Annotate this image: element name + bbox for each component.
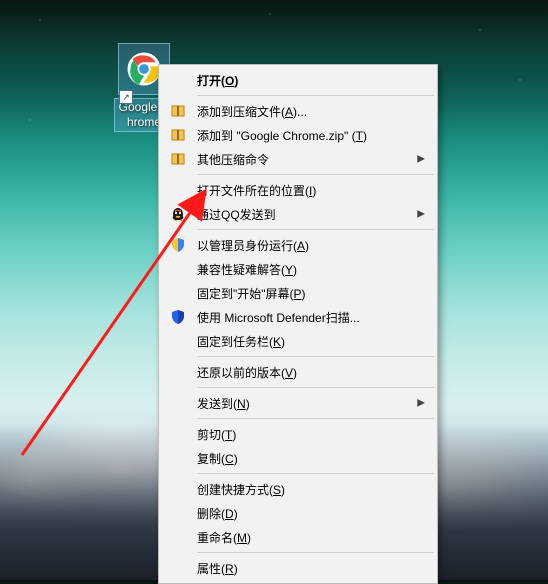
menu-label: 以管理员身份运行(A)	[197, 237, 309, 254]
archive-icon	[169, 102, 187, 120]
menu-item-create-shortcut[interactable]: 创建快捷方式(S)	[161, 477, 435, 501]
menu-separator	[197, 95, 434, 96]
menu-label: 剪切(T)	[197, 426, 236, 443]
menu-label: 创建快捷方式(S)	[197, 481, 285, 498]
menu-item-restore-previous[interactable]: 还原以前的版本(V)	[161, 360, 435, 384]
menu-label: 兼容性疑难解答(Y)	[197, 261, 297, 278]
menu-separator	[197, 229, 434, 230]
qq-icon	[169, 205, 187, 223]
menu-label: 添加到 "Google Chrome.zip" (T)	[197, 127, 367, 144]
submenu-arrow-icon: ▶	[417, 209, 425, 220]
menu-item-run-as-admin[interactable]: 以管理员身份运行(A)	[161, 233, 435, 257]
menu-item-rename[interactable]: 重命名(M)	[161, 525, 435, 549]
menu-item-open[interactable]: 打开(O)	[161, 68, 435, 92]
menu-item-qq-send[interactable]: 通过QQ发送到 ▶	[161, 202, 435, 226]
menu-item-pin-to-start[interactable]: 固定到"开始"屏幕(P)	[161, 281, 435, 305]
archive-icon	[169, 126, 187, 144]
menu-label: 添加到压缩文件(A)...	[197, 103, 307, 120]
menu-item-copy[interactable]: 复制(C)	[161, 446, 435, 470]
menu-item-cut[interactable]: 剪切(T)	[161, 422, 435, 446]
menu-separator	[197, 174, 434, 175]
menu-item-add-to-named-zip[interactable]: 添加到 "Google Chrome.zip" (T)	[161, 123, 435, 147]
menu-label: 打开文件所在的位置(I)	[197, 182, 316, 199]
menu-label: 属性(R)	[197, 560, 238, 577]
chrome-icon	[126, 51, 162, 87]
shield-admin-icon	[169, 236, 187, 254]
menu-item-open-file-location[interactable]: 打开文件所在的位置(I)	[161, 178, 435, 202]
defender-shield-icon	[169, 308, 187, 326]
menu-separator	[197, 552, 434, 553]
menu-item-compat-troubleshoot[interactable]: 兼容性疑难解答(Y)	[161, 257, 435, 281]
menu-label: 固定到"开始"屏幕(P)	[197, 285, 306, 302]
menu-item-send-to[interactable]: 发送到(N) ▶	[161, 391, 435, 415]
menu-label: 还原以前的版本(V)	[197, 364, 297, 381]
shortcut-overlay-icon: ↗	[119, 90, 133, 104]
menu-item-properties[interactable]: 属性(R)	[161, 556, 435, 580]
menu-label: 打开(O)	[197, 72, 238, 89]
menu-item-other-compress[interactable]: 其他压缩命令 ▶	[161, 147, 435, 171]
menu-label: 删除(D)	[197, 505, 238, 522]
menu-item-defender-scan[interactable]: 使用 Microsoft Defender扫描...	[161, 305, 435, 329]
menu-label: 通过QQ发送到	[197, 206, 276, 223]
submenu-arrow-icon: ▶	[417, 398, 425, 409]
menu-label: 使用 Microsoft Defender扫描...	[197, 309, 360, 326]
menu-label: 发送到(N)	[197, 395, 250, 412]
menu-item-pin-to-taskbar[interactable]: 固定到任务栏(K)	[161, 329, 435, 353]
menu-label: 复制(C)	[197, 450, 238, 467]
menu-separator	[197, 473, 434, 474]
menu-separator	[197, 356, 434, 357]
menu-separator	[197, 418, 434, 419]
context-menu: 打开(O) 添加到压缩文件(A)... 添加到 "Google Chrome.z…	[158, 64, 438, 584]
archive-icon	[169, 150, 187, 168]
menu-item-add-to-archive[interactable]: 添加到压缩文件(A)...	[161, 99, 435, 123]
menu-label: 固定到任务栏(K)	[197, 333, 285, 350]
menu-item-delete[interactable]: 删除(D)	[161, 501, 435, 525]
menu-separator	[197, 387, 434, 388]
menu-label: 重命名(M)	[197, 529, 251, 546]
menu-label: 其他压缩命令	[197, 151, 269, 168]
submenu-arrow-icon: ▶	[417, 154, 425, 165]
